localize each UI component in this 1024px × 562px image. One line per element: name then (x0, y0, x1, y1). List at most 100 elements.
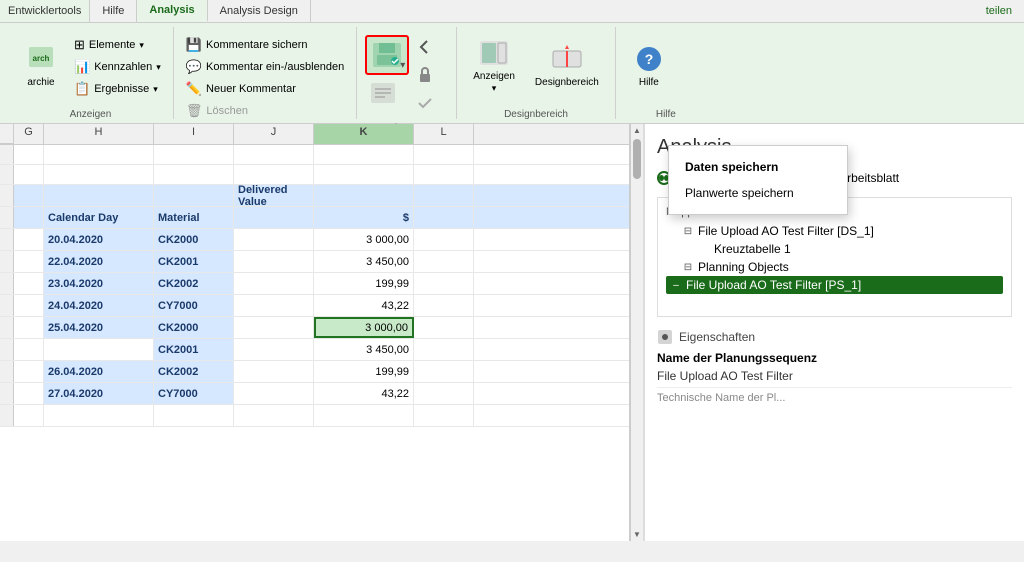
tab-analysis[interactable]: Analysis (137, 0, 207, 22)
tab-hilfe[interactable]: Hilfe (90, 0, 137, 22)
value-cell[interactable]: 199,99 (314, 361, 414, 382)
date-cell[interactable]: 23.04.2020 (44, 273, 154, 294)
cell[interactable] (234, 165, 314, 184)
material-cell[interactable]: CK2000 (154, 317, 234, 338)
cell[interactable] (414, 295, 474, 316)
cell[interactable] (414, 383, 474, 404)
date-cell[interactable]: 20.04.2020 (44, 229, 154, 250)
value-cell[interactable]: 43,22 (314, 383, 414, 404)
planwerte-speichern-item[interactable]: Planwerte speichern (669, 180, 847, 206)
cell[interactable] (14, 317, 44, 338)
scroll-down-arrow[interactable]: ▼ (631, 528, 643, 541)
col-header-k[interactable]: K (314, 124, 414, 144)
selected-cell[interactable]: 3 000,00 (314, 317, 414, 338)
archie-button[interactable]: arch archie (16, 31, 66, 101)
daten-speichern-item[interactable]: Daten speichern (669, 154, 847, 180)
cell[interactable] (414, 361, 474, 382)
cell[interactable] (14, 405, 44, 426)
lock-button[interactable] (413, 63, 437, 87)
planwerte-button[interactable] (365, 79, 409, 107)
cell[interactable] (314, 185, 414, 206)
cell[interactable] (14, 295, 44, 316)
loeschen-button[interactable]: 🗑 Löschen (182, 101, 348, 121)
aktualisierung-button[interactable]: Designbereich (527, 31, 607, 101)
cell[interactable] (44, 145, 154, 164)
kennzahlen-button[interactable]: 📊 Kennzahlen ▾ (70, 57, 165, 77)
cell[interactable] (314, 165, 414, 184)
ergebnisse-button[interactable]: 📋 Ergebnisse ▾ (70, 79, 165, 99)
daten-speichern-dropdown-button[interactable]: ▾ (365, 35, 409, 75)
col-header-h[interactable]: H (44, 124, 154, 144)
cell[interactable] (414, 229, 474, 250)
cell[interactable] (234, 229, 314, 250)
cell[interactable] (154, 405, 234, 426)
date-cell[interactable]: 27.04.2020 (44, 383, 154, 404)
value-cell[interactable]: 3 450,00 (314, 251, 414, 272)
material-cell[interactable]: CK2002 (154, 361, 234, 382)
date-cell[interactable]: 24.04.2020 (44, 295, 154, 316)
tab-analysis-design[interactable]: Analysis Design (208, 0, 311, 22)
cell[interactable] (44, 405, 154, 426)
cell[interactable] (154, 185, 234, 206)
cell[interactable] (14, 383, 44, 404)
cell[interactable] (234, 295, 314, 316)
value-cell[interactable]: 3 450,00 (314, 339, 414, 360)
material-cell[interactable]: CY7000 (154, 383, 234, 404)
cell[interactable] (14, 207, 44, 228)
tree-item-ds1[interactable]: ⊟ File Upload AO Test Filter [DS_1] (666, 222, 1003, 240)
cell[interactable] (154, 165, 234, 184)
cell[interactable] (314, 145, 414, 164)
cell[interactable] (14, 251, 44, 272)
check-button[interactable] (413, 91, 437, 115)
cell[interactable] (414, 273, 474, 294)
cell[interactable] (44, 185, 154, 206)
cell[interactable] (234, 273, 314, 294)
cell[interactable] (14, 165, 44, 184)
tree-item-planning[interactable]: ⊟ Planning Objects (666, 258, 1003, 276)
cell[interactable] (234, 207, 314, 228)
cell[interactable] (14, 339, 44, 360)
cell[interactable] (154, 145, 234, 164)
cell[interactable] (234, 317, 314, 338)
tree-item-kreuztabelle[interactable]: – Kreuztabelle 1 (666, 240, 1003, 258)
cell[interactable] (414, 165, 474, 184)
material-cell[interactable]: CK2001 (154, 339, 234, 360)
date-cell[interactable]: 26.04.2020 (44, 361, 154, 382)
kommentar-ausblenden-button[interactable]: 💬 Kommentar ein-/ausblenden (182, 57, 348, 77)
material-cell[interactable]: CK2001 (154, 251, 234, 272)
cell[interactable] (44, 165, 154, 184)
cell[interactable] (14, 185, 44, 206)
cell[interactable] (234, 383, 314, 404)
col-header-g[interactable]: G (14, 124, 44, 144)
elemente-button[interactable]: ⊞ Elemente ▾ (70, 35, 165, 55)
cell[interactable] (414, 207, 474, 228)
cell[interactable] (234, 405, 314, 426)
cell[interactable] (234, 361, 314, 382)
arrow-button-1[interactable] (413, 35, 437, 59)
material-cell[interactable]: CY7000 (154, 295, 234, 316)
col-header-i[interactable]: I (154, 124, 234, 144)
cell[interactable] (414, 145, 474, 164)
cell[interactable] (44, 339, 154, 360)
neuer-kommentar-button[interactable]: ✏️ Neuer Kommentar (182, 79, 348, 99)
cell[interactable] (14, 273, 44, 294)
material-cell[interactable]: CK2000 (154, 229, 234, 250)
value-cell[interactable]: 43,22 (314, 295, 414, 316)
date-cell[interactable]: 22.04.2020 (44, 251, 154, 272)
col-header-l[interactable]: L (414, 124, 474, 144)
cell[interactable] (14, 145, 44, 164)
cell[interactable] (234, 145, 314, 164)
cell[interactable] (414, 185, 474, 206)
cell[interactable] (414, 317, 474, 338)
value-cell[interactable]: 3 000,00 (314, 229, 414, 250)
cell[interactable] (14, 229, 44, 250)
scroll-thumb[interactable] (633, 139, 641, 179)
cell[interactable] (314, 405, 414, 426)
date-cell[interactable]: 25.04.2020 (44, 317, 154, 338)
col-header-j[interactable]: J (234, 124, 314, 144)
tab-entwicklertools[interactable]: Entwicklertools (0, 0, 90, 22)
cell[interactable] (234, 339, 314, 360)
cell[interactable] (414, 405, 474, 426)
cell[interactable] (414, 339, 474, 360)
scroll-up-arrow[interactable]: ▲ (631, 124, 643, 137)
